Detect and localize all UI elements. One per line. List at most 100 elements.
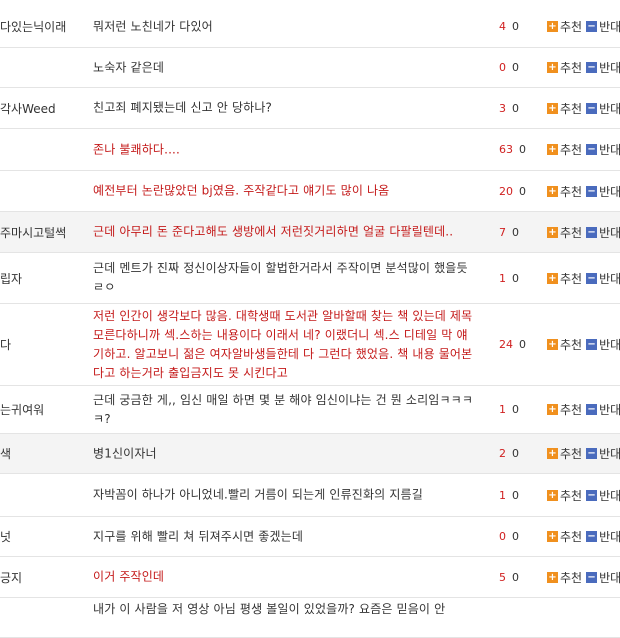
upvote-count: 4 [499,20,506,33]
upvote-label: 추천 [560,447,583,461]
plus-icon: + [547,21,558,32]
downvote-button[interactable]: − 반대 [582,487,620,504]
comment-text: 병1신이자너 [93,446,157,460]
vote-buttons: + 추천 − 반대 [547,557,620,597]
comment-author[interactable] [0,474,88,516]
comment-score: 10 [499,386,519,433]
comment-row: 넛 지구를 위해 빨리 쳐 뒤져주시면 좋겠는데 0 0 + 추천 − 반대 [0,517,620,557]
comment-author[interactable]: 립자 [0,253,88,303]
downvote-label: 반대 [599,20,620,34]
upvote-button[interactable]: + 추천 [547,336,582,353]
downvote-button[interactable]: − 반대 [582,270,620,287]
upvote-label: 추천 [560,488,583,503]
upvote-button[interactable]: + 추천 [547,141,582,158]
plus-icon: + [547,448,558,459]
comment-score: 10 [499,253,519,303]
downvote-count: 0 [519,338,526,351]
plus-icon: + [547,226,558,238]
upvote-count: 5 [499,570,506,584]
comment-text: 이거 주작인데 [93,569,165,584]
comment-text: 근데 아무리 돈 준다고해도 생방에서 저런짓거리하면 얼굴 다팔릴텐데.. [93,224,454,239]
upvote-button[interactable]: + 추천 [547,569,582,586]
vote-buttons: + 추천 − 반대 [547,171,620,211]
minus-icon: − [586,272,598,284]
downvote-count: 0 [519,184,526,198]
upvote-label: 추천 [560,143,583,157]
comment-author[interactable]: 각사Weed [0,88,88,128]
downvote-button[interactable]: − 반대 [582,336,620,353]
upvote-count: 7 [499,225,506,239]
upvote-button[interactable]: + 추천 [547,487,582,504]
upvote-button[interactable]: + 추천 [547,100,582,117]
plus-icon: + [547,144,558,155]
downvote-label: 반대 [599,225,620,240]
vote-buttons: + 추천 − 반대 [547,517,620,556]
upvote-button[interactable]: + 추천 [547,445,582,462]
downvote-button[interactable]: − 반대 [582,569,620,586]
minus-icon: − [586,448,598,459]
upvote-label: 추천 [560,403,583,417]
upvote-label: 추천 [560,530,583,544]
plus-icon: + [547,272,558,284]
downvote-button[interactable]: − 반대 [582,18,620,35]
comment-author[interactable]: 색 [0,434,88,473]
comment-author[interactable]: 긍지 [0,557,88,597]
minus-icon: − [586,339,598,350]
downvote-button[interactable]: − 반대 [582,141,620,158]
comment-author[interactable] [0,48,88,87]
upvote-count: 63 [499,143,513,156]
upvote-label: 추천 [560,570,583,585]
minus-icon: − [586,185,598,197]
comment-text: 예전부터 논란많았던 bj였음. 주작같다고 얘기도 많이 나옴 [93,183,390,198]
downvote-label: 반대 [599,530,620,544]
plus-icon: + [547,185,558,197]
downvote-count: 0 [512,447,519,460]
plus-icon: + [547,489,558,501]
comment-text: 친고죄 폐지됐는데 신고 안 당하나? [93,100,273,115]
upvote-button[interactable]: + 추천 [547,183,582,200]
comment-author[interactable]: 다있는닉이래 [0,6,88,47]
upvote-count: 2 [499,447,506,460]
comment-author[interactable]: 넛 [0,517,88,556]
upvote-count: 24 [499,338,513,351]
upvote-count: 0 [499,530,506,543]
comment-author[interactable] [0,598,88,637]
upvote-label: 추천 [560,338,583,352]
upvote-label: 추천 [560,271,583,286]
downvote-button[interactable]: − 반대 [582,183,620,200]
vote-buttons: + 추천 − 반대 [547,129,620,170]
downvote-button[interactable]: − 반대 [582,401,620,418]
comment-author[interactable]: 주마시고털썩 [0,212,88,252]
upvote-label: 추천 [560,101,583,116]
upvote-button[interactable]: + 추천 [547,270,582,287]
downvote-count: 0 [512,488,519,502]
upvote-count: 20 [499,184,513,198]
upvote-button[interactable]: + 추천 [547,224,582,241]
downvote-count: 0 [512,530,519,543]
vote-buttons: + 추천 − 반대 [547,386,620,433]
comment-row: 다있는닉이래 뭐저런 노친네가 다있어 4 0 + 추천 − 반대 [0,6,620,48]
upvote-button[interactable]: + 추천 [547,59,582,76]
comment-author[interactable] [0,129,88,170]
comment-author[interactable] [0,171,88,211]
downvote-label: 반대 [599,403,620,417]
upvote-button[interactable]: + 추천 [547,401,582,418]
comment-author[interactable]: 는귀여워 [0,386,88,433]
plus-icon: + [547,339,558,350]
downvote-button[interactable]: − 반대 [582,59,620,76]
downvote-count: 0 [512,271,519,285]
comment-text: 지구를 위해 빨리 쳐 뒤져주시면 좋겠는데 [93,529,304,543]
comment-text: 근데 궁금한 게,, 임신 매일 하면 몇 분 해야 임신이냐는 건 뭔 소리임… [93,392,474,426]
comment-row: 예전부터 논란많았던 bj였음. 주작같다고 얘기도 많이 나옴 20 0 + 추천 − 반… [0,171,620,212]
downvote-button[interactable]: − 반대 [582,100,620,117]
upvote-label: 추천 [560,61,583,75]
comment-row: 각사Weed 친고죄 폐지됐는데 신고 안 당하나? 3 0 + 추천 − 반대 [0,88,620,129]
upvote-button[interactable]: + 추천 [547,528,582,545]
upvote-button[interactable]: + 추천 [547,18,582,35]
comment-author[interactable]: 다 [0,304,88,385]
downvote-button[interactable]: − 반대 [582,224,620,241]
downvote-count: 0 [512,101,519,115]
downvote-button[interactable]: − 반대 [582,528,620,545]
vote-buttons: + 추천 − 반대 [547,304,620,385]
downvote-button[interactable]: − 반대 [582,445,620,462]
